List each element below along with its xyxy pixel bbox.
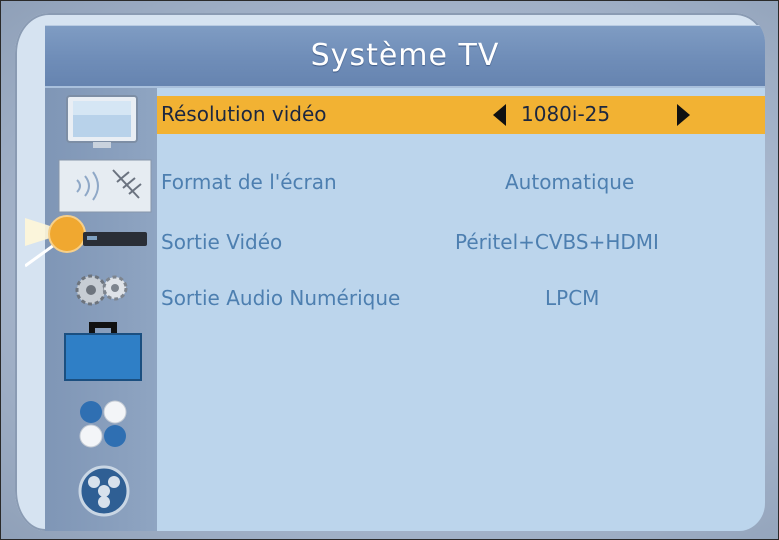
menu-row-resolution[interactable]: Résolution vidéo 1080i-25 — [157, 96, 765, 134]
row-value: Automatique — [505, 170, 635, 194]
row-label: Sortie Vidéo — [161, 230, 283, 254]
film-reel-icon[interactable] — [77, 464, 131, 518]
toolbox-icon[interactable] — [61, 318, 145, 384]
gears-icon[interactable] — [75, 266, 131, 312]
arrow-left-icon[interactable] — [493, 104, 506, 126]
row-value: LPCM — [545, 286, 600, 310]
row-label: Résolution vidéo — [161, 102, 327, 126]
spheres-icon[interactable] — [77, 398, 131, 452]
row-label: Format de l'écran — [161, 170, 337, 194]
arrow-right-icon[interactable] — [677, 104, 690, 126]
page-title: Système TV — [310, 38, 500, 73]
row-label: Sortie Audio Numérique — [161, 286, 401, 310]
menu-row-video-output[interactable]: Sortie Vidéo Péritel+CVBS+HDMI — [157, 224, 765, 262]
title-bar: Système TV — [45, 25, 765, 89]
menu-row-screen-format[interactable]: Format de l'écran Automatique — [157, 164, 765, 202]
menu-row-digital-audio[interactable]: Sortie Audio Numérique LPCM — [157, 280, 765, 318]
menu-screen: Système TV Résolution vidéo 1080i-25 For… — [15, 13, 765, 531]
tv-screen-frame: Système TV Résolution vidéo 1080i-25 For… — [0, 0, 779, 540]
settings-panel: Résolution vidéo 1080i-25 Format de l'éc… — [157, 88, 765, 531]
row-value: 1080i-25 — [521, 102, 611, 126]
row-value: Péritel+CVBS+HDMI — [455, 230, 659, 254]
tv-icon[interactable] — [63, 94, 141, 152]
sidebar — [25, 88, 157, 531]
